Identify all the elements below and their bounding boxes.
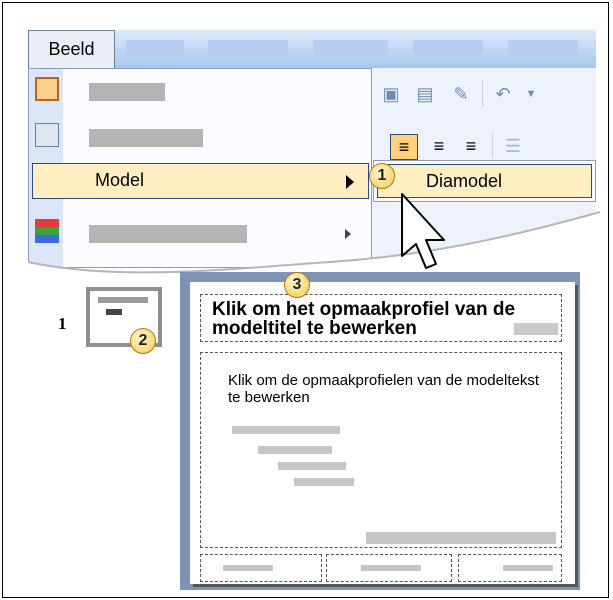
- slide-body-text: Klik om de opmaakprofielen van de modelt…: [228, 372, 540, 406]
- body-placeholder-bar: [366, 532, 556, 544]
- footer-number-placeholder[interactable]: [458, 554, 562, 582]
- bullet-line-placeholder: [232, 426, 340, 434]
- slide-title-text: Klik om het opmaakprofiel van de modelti…: [212, 299, 516, 339]
- bullet-line-placeholder: [258, 446, 332, 454]
- mouse-pointer-icon: [401, 193, 445, 269]
- footer-text-placeholder[interactable]: [326, 554, 452, 582]
- callout-3: 3: [284, 272, 310, 298]
- thumbnail-title-line: [98, 297, 148, 303]
- callout-1: 1: [369, 163, 395, 189]
- callout-2: 2: [130, 328, 156, 354]
- slide-number: 1: [58, 314, 67, 333]
- title-placeholder-bar: [514, 323, 558, 335]
- footer-bar: [503, 565, 553, 571]
- thumbnail-text-line: [106, 309, 122, 315]
- bullet-line-placeholder: [294, 478, 354, 486]
- footer-date-placeholder[interactable]: [200, 554, 322, 582]
- footer-bar: [361, 565, 421, 571]
- footer-bar: [223, 565, 273, 571]
- bullet-line-placeholder: [278, 462, 346, 470]
